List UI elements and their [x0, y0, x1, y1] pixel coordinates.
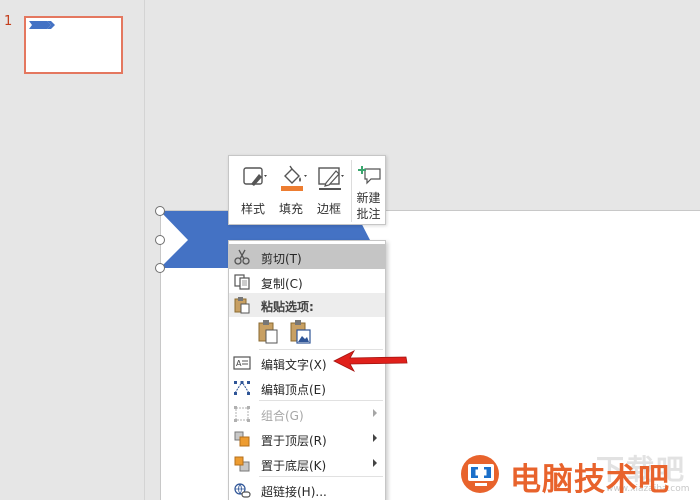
- edit-text-icon: A: [233, 356, 251, 370]
- menu-item-cut[interactable]: 剪切(T): [229, 244, 385, 269]
- submenu-arrow-icon: [373, 434, 377, 442]
- watermark: 下载吧 www.xiazaiba.com 电脑技术吧: [456, 448, 700, 500]
- watermark-text: 电脑技术吧: [510, 462, 670, 498]
- thumbnail-pane: 1: [0, 0, 145, 500]
- shape-style-icon: [243, 167, 267, 186]
- copy-icon: [234, 274, 250, 290]
- bring-to-front-icon: [234, 431, 250, 447]
- mini-toolbar: 样式 填充 边框 新建 批注: [228, 155, 386, 225]
- edit-points-icon: [234, 381, 250, 395]
- send-to-back-icon: [234, 456, 250, 472]
- menu-item-edit-points-label: 编辑顶点(E): [261, 383, 326, 397]
- menu-item-cut-label: 剪切(T): [261, 252, 302, 266]
- new-comment-button[interactable]: 新建 批注: [351, 160, 385, 222]
- menu-item-edit-text-label: 编辑文字(X): [261, 358, 327, 372]
- resize-handle-middle-left[interactable]: [155, 235, 165, 245]
- menu-item-group[interactable]: 组合(G): [229, 401, 385, 426]
- submenu-arrow-icon: [373, 409, 377, 417]
- menu-item-bring-to-front-label: 置于顶层(R): [261, 434, 327, 448]
- computer-logo-icon: [461, 455, 499, 493]
- fill-label: 填充: [278, 202, 303, 216]
- submenu-arrow-icon: [373, 459, 377, 467]
- fill-button[interactable]: 填充: [273, 160, 309, 222]
- new-comment-label-line2: 批注: [356, 207, 381, 221]
- menu-item-copy-label: 复制(C): [261, 277, 303, 291]
- slide-number: 1: [4, 14, 13, 29]
- paste-keep-source-icon[interactable]: [257, 319, 279, 345]
- slide-thumbnail-1[interactable]: [24, 16, 123, 74]
- svg-text:A: A: [236, 359, 242, 368]
- menu-item-bring-to-front[interactable]: 置于顶层(R): [229, 426, 385, 451]
- group-icon: [234, 406, 250, 422]
- menu-item-hyperlink-label: 超链接(H)...: [261, 485, 327, 499]
- menu-item-edit-points[interactable]: 编辑顶点(E): [229, 375, 385, 400]
- new-comment-icon: [358, 166, 381, 185]
- resize-handle-top-left[interactable]: [155, 206, 165, 216]
- clipboard-icon: [234, 297, 250, 314]
- menu-item-group-label: 组合(G): [261, 409, 304, 423]
- menu-item-copy[interactable]: 复制(C): [229, 269, 385, 294]
- annotation-arrow-icon: [333, 350, 408, 372]
- outline-label: 边框: [316, 202, 341, 216]
- new-comment-label: 新建 批注: [352, 190, 385, 222]
- scissors-icon: [234, 249, 250, 265]
- outline-button[interactable]: 边框: [311, 160, 347, 222]
- paste-options-header: 粘贴选项:: [229, 293, 385, 317]
- menu-item-send-to-back-label: 置于底层(K): [261, 459, 327, 473]
- resize-handle-bottom-left[interactable]: [155, 263, 165, 273]
- hyperlink-icon: [234, 483, 251, 498]
- paste-options-label: 粘贴选项:: [261, 300, 314, 314]
- menu-item-hyperlink[interactable]: 超链接(H)...: [229, 477, 385, 500]
- paste-as-picture-icon[interactable]: [289, 319, 311, 345]
- shape-outline-icon: [318, 167, 344, 190]
- style-button[interactable]: 样式: [235, 160, 271, 222]
- menu-item-send-to-back[interactable]: 置于底层(K): [229, 451, 385, 476]
- new-comment-label-line1: 新建: [356, 191, 381, 205]
- paint-bucket-icon: [281, 165, 307, 191]
- style-label: 样式: [240, 202, 265, 216]
- thumbnail-shape-preview: [29, 21, 55, 29]
